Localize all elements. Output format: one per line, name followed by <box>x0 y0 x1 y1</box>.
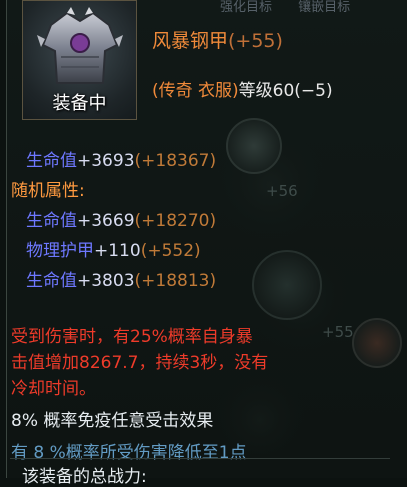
socket-gem-2 <box>252 250 322 320</box>
stat-name: 生命值 <box>26 151 77 171</box>
stat-bonus: (+552) <box>140 241 201 261</box>
top-tabs: 强化目标 镶嵌目标 <box>220 0 372 15</box>
stat-name: 生命值 <box>26 271 77 291</box>
armor-chest-icon <box>37 7 123 84</box>
enhance-level: (+55) <box>228 30 283 52</box>
required-level: 等级60(−5) <box>238 81 333 101</box>
special-effect-line-2: 击值增加8267.7，持续3秒，没有 <box>11 353 269 373</box>
tab-socket-target[interactable]: 镶嵌目标 <box>298 0 350 15</box>
random-attributes-heading: 随机属性: <box>11 181 85 201</box>
tab-enhance-target[interactable]: 强化目标 <box>220 0 272 15</box>
stat-value: +3803 <box>77 271 135 291</box>
special-effect-line-1: 受到伤害时，有25%概率自身暴 <box>11 327 253 347</box>
socket-gem-1 <box>226 118 282 174</box>
divider <box>10 458 390 459</box>
ghost-number-1: +56 <box>266 182 298 200</box>
item-name: 风暴钢甲(+55) <box>152 26 283 53</box>
random-stat-row: 生命值+3803(+18813) <box>26 266 216 291</box>
stat-name: 生命值 <box>26 211 77 231</box>
equipped-label: 装备中 <box>52 93 107 114</box>
random-stat-row: 物理护甲+110(+552) <box>26 236 201 261</box>
item-icon-slot[interactable]: 装备中 <box>22 0 137 120</box>
special-effect-line-3: 冷却时间。 <box>11 379 96 399</box>
stat-value: +110 <box>94 241 141 261</box>
stat-bonus: (+18270) <box>134 211 217 231</box>
socket-gem-3 <box>352 318 402 368</box>
ghost-number-2: +55 <box>322 323 354 341</box>
item-name-text: 风暴钢甲 <box>152 30 229 52</box>
stat-bonus: (+18813) <box>134 271 217 291</box>
rarity-type: (传奇 衣服) <box>152 81 239 101</box>
random-stat-row: 生命值+3669(+18270) <box>26 206 216 231</box>
damage-reduction-partial: 有 8 %概率所受伤害降低至1点 <box>11 443 247 463</box>
stat-bonus: (+18367) <box>134 151 217 171</box>
immunity-effect: 8% 概率免疫任意受击效果 <box>11 411 214 431</box>
base-stat-row: 生命值+3693(+18367) <box>26 146 216 171</box>
item-type-line: (传奇 衣服)等级60(−5) <box>152 76 333 101</box>
stat-value: +3693 <box>77 151 135 171</box>
stat-name: 物理护甲 <box>26 241 94 261</box>
stat-value: +3669 <box>77 211 135 231</box>
total-power-label: 该装备的总战力: <box>22 467 147 487</box>
